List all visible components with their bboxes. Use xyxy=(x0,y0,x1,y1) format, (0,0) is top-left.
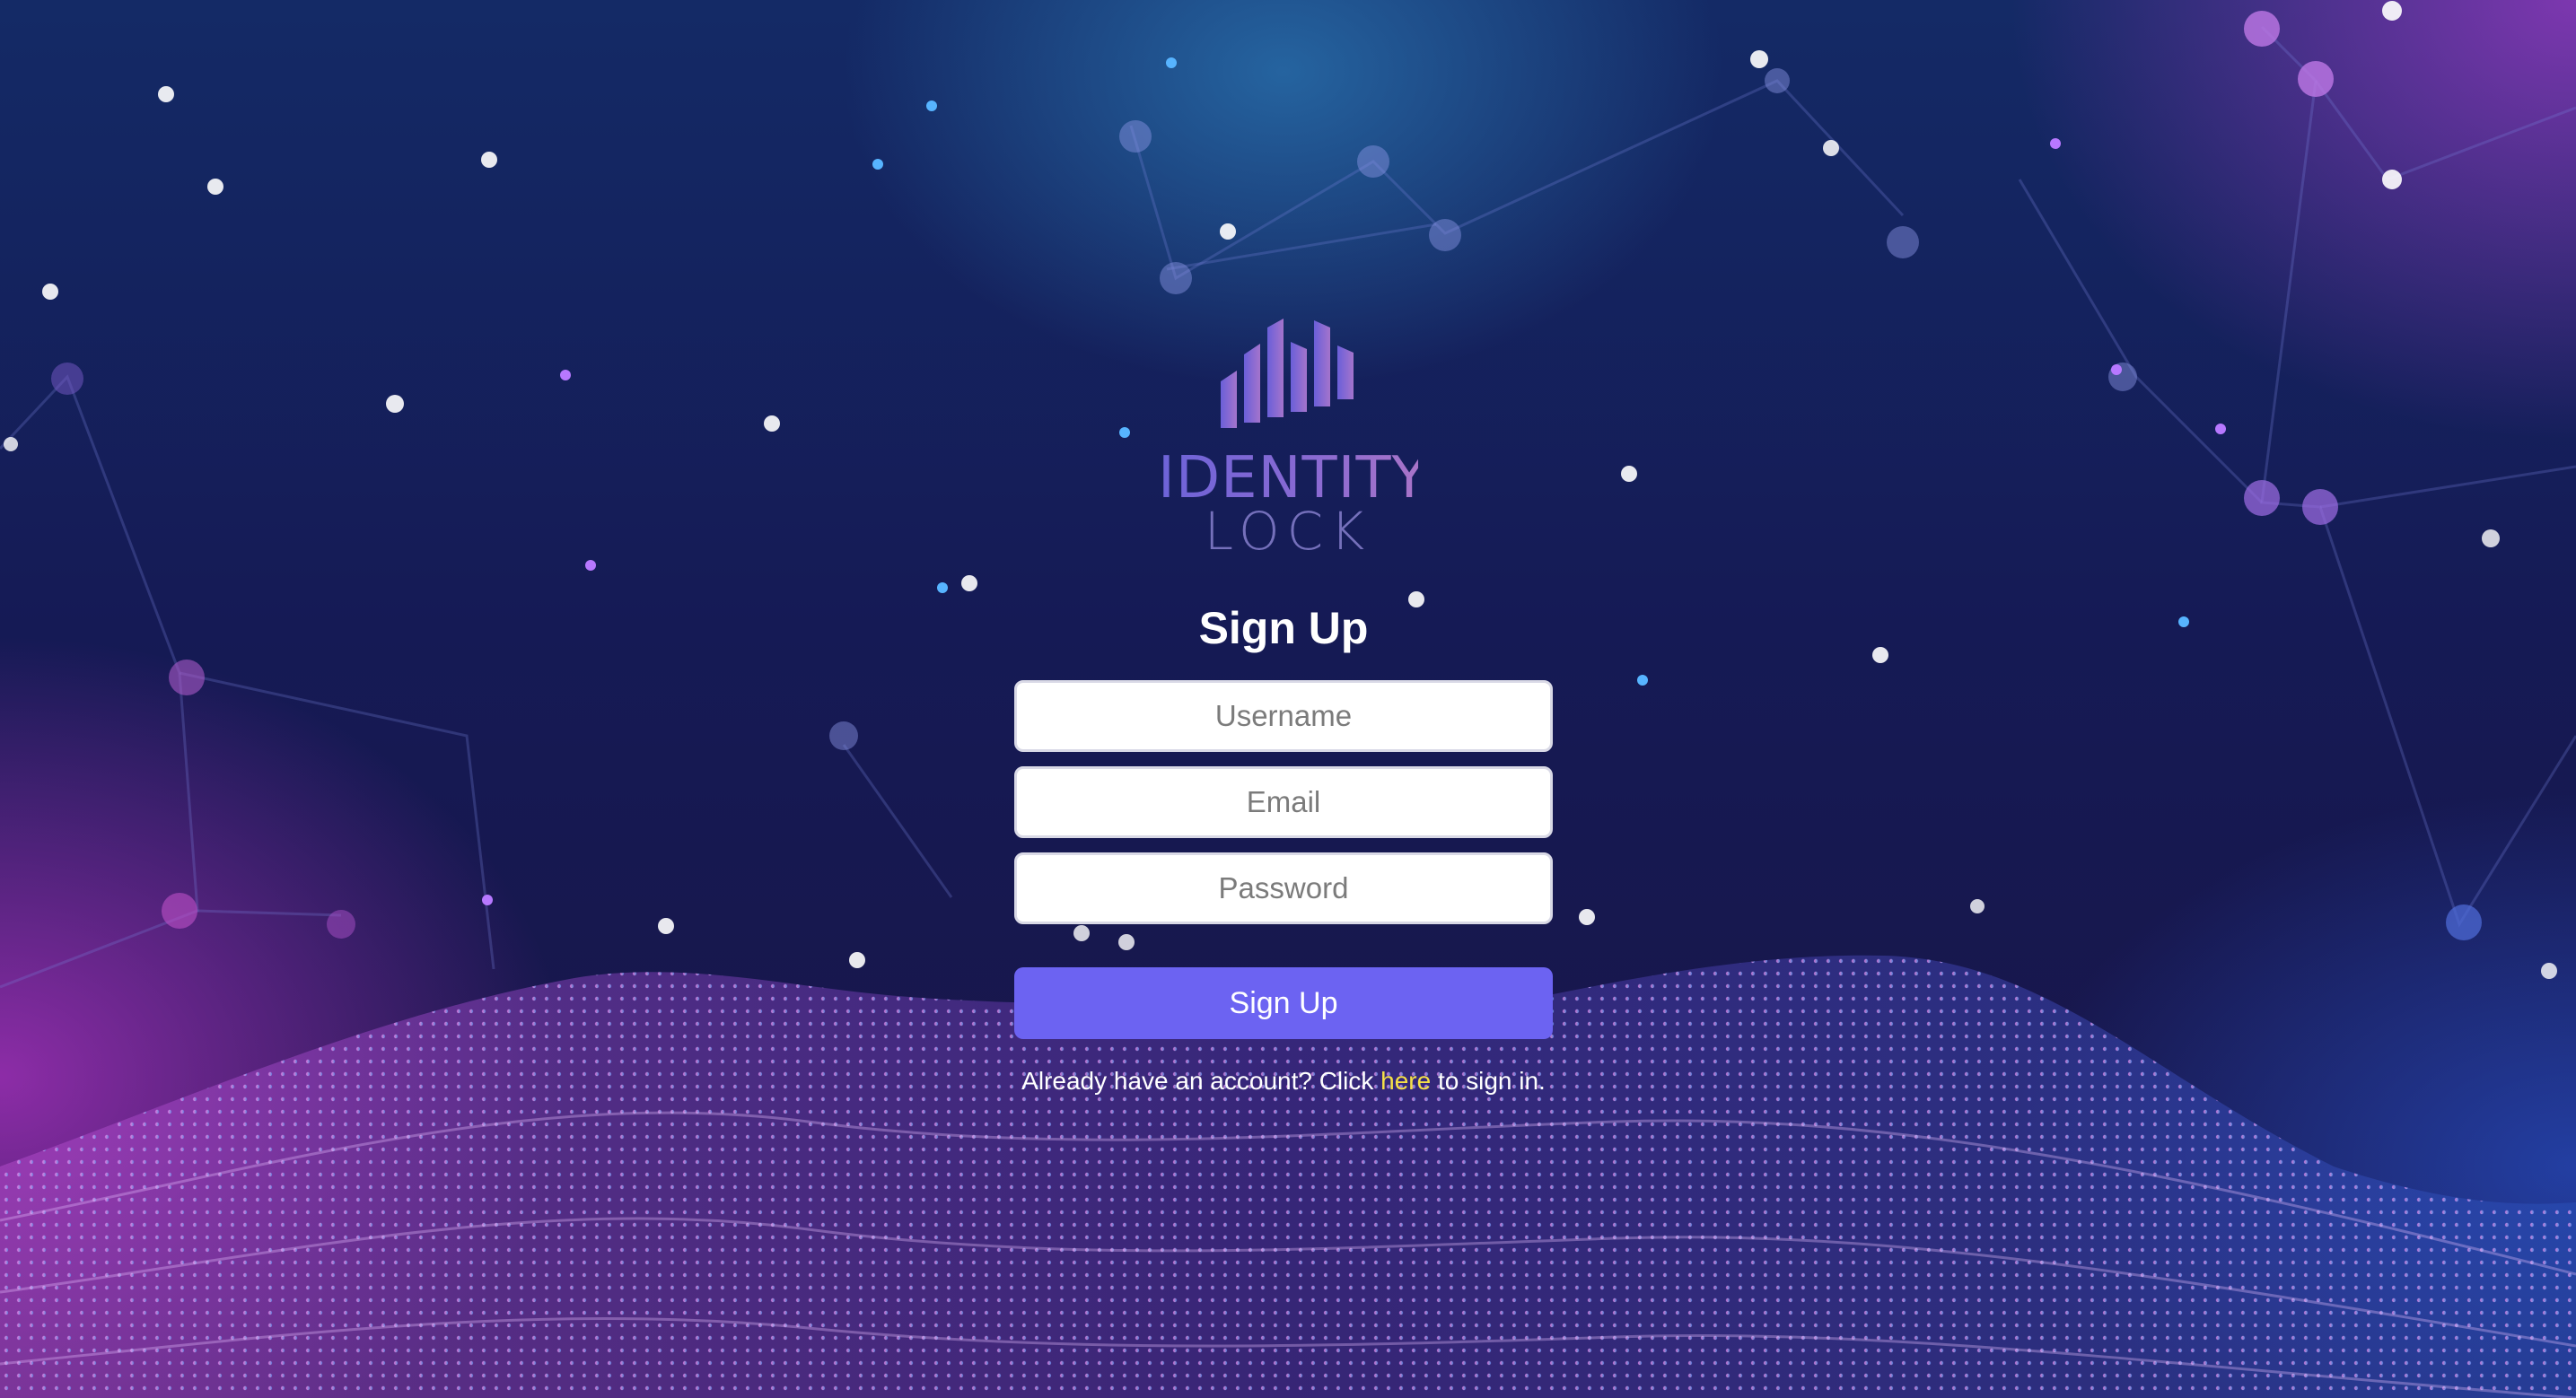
logo-wordmark-bottom: LOCK xyxy=(1204,501,1372,562)
signin-prompt-prefix: Already have an account? Click xyxy=(1021,1067,1381,1095)
signin-prompt-suffix: to sign in. xyxy=(1431,1067,1546,1095)
email-input[interactable] xyxy=(1014,766,1553,838)
signup-container: IDENTITY LOCK Sign Up Sign Up Already ha… xyxy=(0,0,2576,1398)
signup-page: IDENTITY LOCK Sign Up Sign Up Already ha… xyxy=(0,0,2576,1398)
page-title: Sign Up xyxy=(1198,603,1369,653)
password-input[interactable] xyxy=(1014,852,1553,924)
bar-chart-logo-icon xyxy=(1221,319,1354,428)
signin-prompt: Already have an account? Click here to s… xyxy=(924,1063,1643,1099)
username-input[interactable] xyxy=(1014,680,1553,752)
identity-lock-logo: IDENTITY LOCK xyxy=(1158,292,1427,562)
sign-up-button[interactable]: Sign Up xyxy=(1014,967,1553,1039)
signin-here-link[interactable]: here xyxy=(1380,1067,1431,1095)
